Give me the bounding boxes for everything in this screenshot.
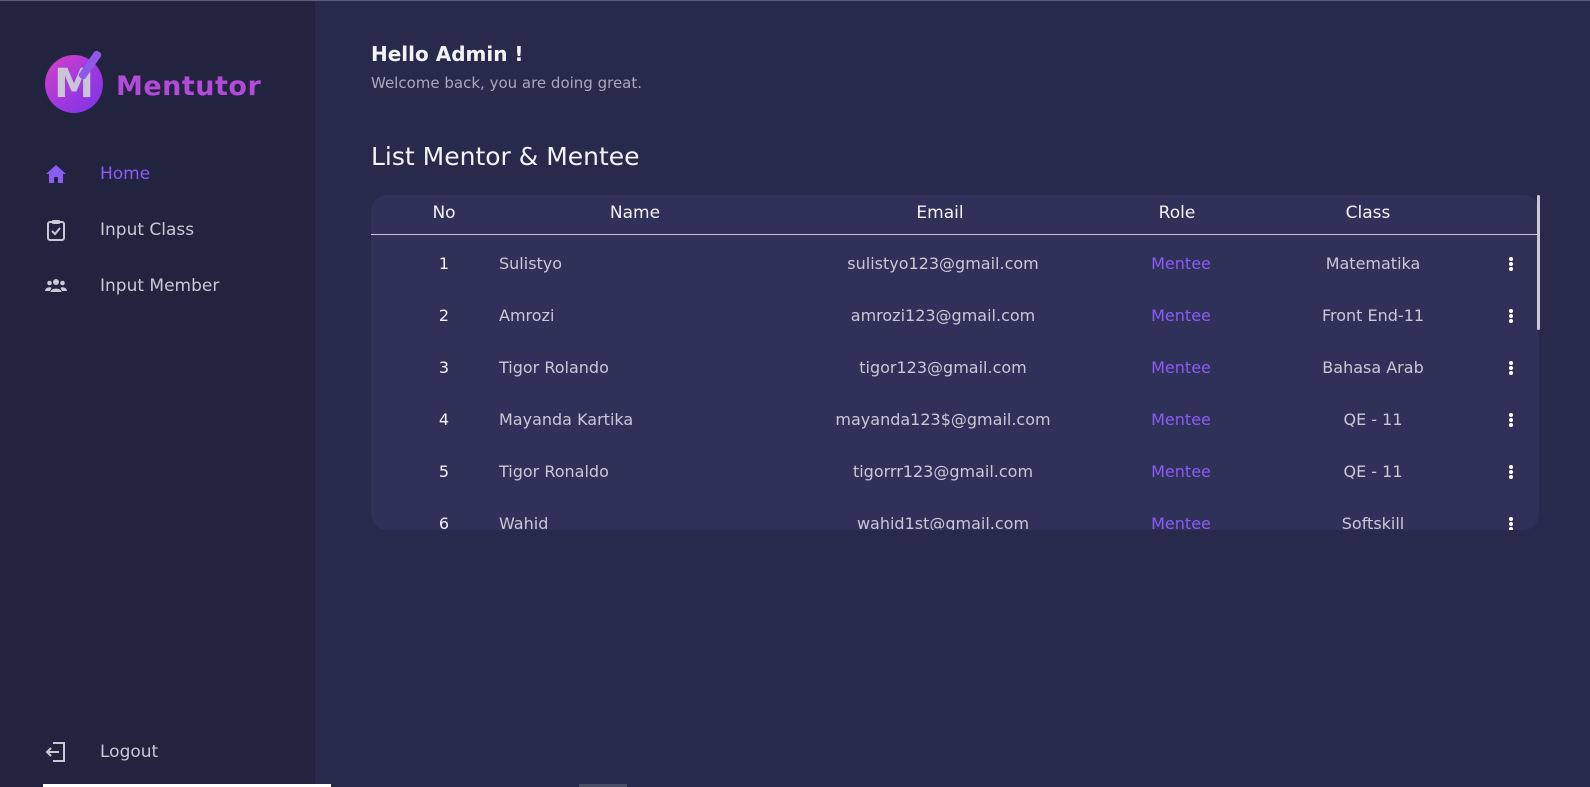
cell-role: Mentee [1151,254,1211,273]
cell-role: Mentee [1151,462,1211,481]
cell-name: Tigor Ronaldo [499,462,609,481]
members-table[interactable]: No Name Email Role Class 1 Sulistyo sulist… [371,195,1539,530]
menu-dot [1509,366,1513,370]
column-header-no: No [432,203,456,223]
menu-dot [1509,470,1513,474]
section-title: List Mentor & Mentee [371,142,640,171]
main-content: Hello Admin ! Welcome back, you are doin… [371,0,1541,787]
menu-dot [1509,257,1513,261]
cell-role: Mentee [1151,358,1211,377]
cell-email: amrozi123@gmail.com [850,306,1036,325]
table-row[interactable]: 6 Wahid wahid1st@gmail.com Mentee Softskill [371,500,1539,530]
sidebar: M Mentutor Home Input Class Input Member [0,1,315,787]
cell-no: 2 [438,306,450,325]
menu-dot [1509,517,1513,521]
logo-letter: M [54,61,94,107]
cell-no: 4 [438,410,450,429]
column-header-email: Email [916,203,964,223]
menu-dot [1509,319,1513,323]
cell-name: Sulistyo [499,254,563,273]
cell-name: Amrozi [499,306,555,325]
cell-email: tigorrr123@gmail.com [852,462,1034,481]
home-icon [46,165,66,183]
more-options-icon[interactable] [1502,253,1520,275]
cell-email: tigor123@gmail.com [859,358,1027,377]
cell-class: Bahasa Arab [1322,358,1424,377]
menu-dot [1509,418,1513,422]
cell-role: Mentee [1151,306,1211,325]
page-greeting: Hello Admin ! [371,42,524,66]
logout-label: Logout [100,742,159,762]
table-row[interactable]: 4 Mayanda Kartika mayanda123$@gmail.com Men… [371,396,1539,448]
sidebar-item-home[interactable]: Home [44,159,304,189]
sidebar-item-input-member[interactable]: Input Member [44,271,304,301]
users-icon [45,279,67,292]
more-options-icon[interactable] [1502,409,1520,431]
menu-dot [1509,475,1513,479]
table-scrollbar[interactable] [1537,195,1540,330]
column-header-role: Role [1158,203,1196,223]
cell-no: 3 [438,358,450,377]
cell-class: Front End-11 [1321,306,1425,325]
cell-class: QE - 11 [1343,462,1403,481]
app-name: Mentutor [116,71,262,102]
table-row[interactable]: 5 Tigor Ronaldo tigorrr123@gmail.com Mentee… [371,448,1539,500]
menu-dot [1509,413,1513,417]
logout-icon [45,742,65,762]
cell-class: QE - 11 [1343,410,1403,429]
table-row[interactable]: 3 Tigor Rolando tigor123@gmail.com Mentee Ba… [371,344,1539,396]
cell-name: Tigor Rolando [499,358,609,377]
cell-name: Wahid [499,514,549,530]
cell-email: mayanda123$@gmail.com [835,410,1051,429]
sidebar-item-label: Home [100,164,151,184]
sidebar-item-label: Input Member [100,276,220,296]
menu-dot [1509,527,1513,530]
menu-dot [1509,465,1513,469]
table-row[interactable]: 1 Sulistyo sulistyo123@gmail.com Mentee Mate… [371,240,1539,292]
sidebar-item-input-class[interactable]: Input Class [44,215,304,245]
page-subtitle: Welcome back, you are doing great. [371,74,643,92]
column-header-name: Name [609,203,661,223]
cell-class: Softskill [1341,514,1405,530]
clipboard-check-icon [47,220,65,241]
menu-dot [1509,423,1513,427]
app-logo[interactable]: M Mentutor [44,49,264,119]
cell-email: sulistyo123@gmail.com [847,254,1039,273]
more-options-icon[interactable] [1502,357,1520,379]
table-row[interactable]: 2 Amrozi amrozi123@gmail.com Mentee Front En… [371,292,1539,344]
menu-dot [1509,262,1513,266]
cell-no: 6 [438,514,450,530]
logout-button[interactable]: Logout [44,737,304,767]
menu-dot [1509,309,1513,313]
table-header: No Name Email Role Class [371,195,1539,235]
cell-class: Matematika [1325,254,1421,273]
menu-dot [1509,371,1513,375]
cell-role: Mentee [1151,410,1211,429]
cell-role: Mentee [1151,514,1211,530]
more-options-icon[interactable] [1502,305,1520,327]
menu-dot [1509,267,1513,271]
menu-dot [1509,522,1513,526]
cell-name: Mayanda Kartika [499,410,634,429]
more-options-icon[interactable] [1502,513,1520,530]
menu-dot [1509,361,1513,365]
cell-no: 1 [438,254,450,273]
sidebar-item-label: Input Class [100,220,195,240]
cell-email: wahid1st@gmail.com [856,514,1030,530]
column-header-class: Class [1345,203,1391,223]
menu-dot [1509,314,1513,318]
more-options-icon[interactable] [1502,461,1520,483]
cell-no: 5 [438,462,450,481]
